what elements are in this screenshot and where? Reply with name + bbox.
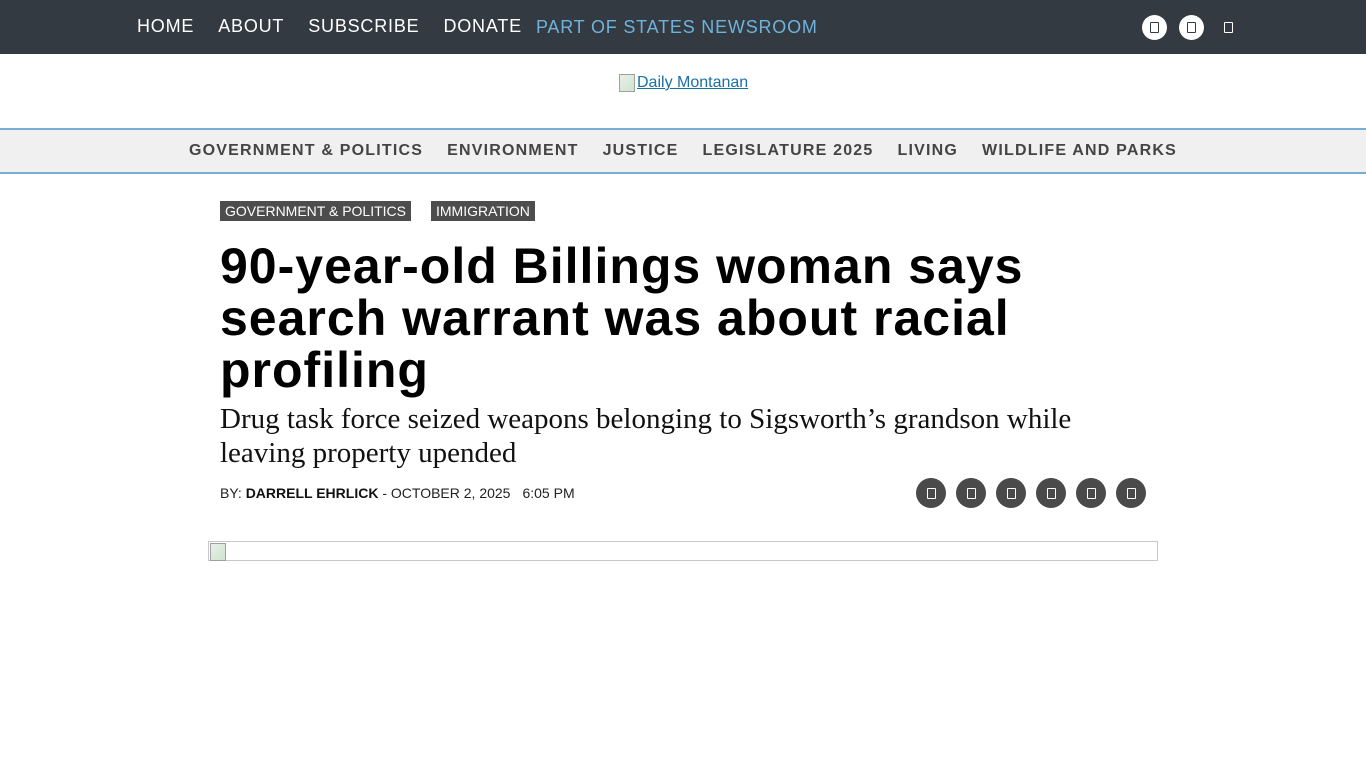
section-living[interactable]: LIVING: [898, 142, 959, 160]
section-environment[interactable]: ENVIRONMENT: [447, 142, 578, 160]
article-headline: 90-year-old Billings woman says search w…: [220, 238, 1024, 398]
section-legislature-2025[interactable]: LEGISLATURE 2025: [703, 142, 874, 160]
author-link[interactable]: DARRELL EHRLICK: [246, 485, 379, 501]
share-icon[interactable]: [1036, 478, 1066, 508]
byline-prefix: BY:: [220, 485, 246, 501]
publish-time: 6:05 PM: [522, 485, 575, 501]
nav-donate-link[interactable]: DONATE: [443, 0, 521, 53]
byline: BY: DARRELL EHRLICK - OCTOBER 2, 2025 6:0…: [220, 485, 575, 501]
nav-about-link[interactable]: ABOUT: [218, 0, 284, 53]
social-icon[interactable]: [1142, 15, 1167, 40]
top-bar: HOME ABOUT SUBSCRIBE DONATE PART OF STAT…: [0, 0, 1366, 54]
share-icon[interactable]: [1116, 478, 1146, 508]
social-icon[interactable]: [1179, 15, 1204, 40]
states-newsroom-link[interactable]: PART OF STATES NEWSROOM: [536, 0, 818, 54]
share-icon[interactable]: [956, 478, 986, 508]
broken-image-icon: [210, 543, 226, 561]
share-icon[interactable]: [996, 478, 1026, 508]
nav-home-link[interactable]: HOME: [137, 0, 194, 53]
top-social-icons: [1142, 15, 1241, 40]
article-tags: GOVERNMENT & POLITICS IMMIGRATION: [220, 201, 555, 221]
share-buttons: [916, 478, 1156, 508]
section-wildlife-and-parks[interactable]: WILDLIFE AND PARKS: [982, 142, 1177, 160]
logo-alt-text: Daily Montanan: [637, 74, 749, 91]
tag-immigration[interactable]: IMMIGRATION: [431, 201, 535, 221]
site-logo[interactable]: Daily Montanan: [619, 74, 748, 92]
masthead: Daily Montanan: [0, 54, 1366, 129]
search-icon[interactable]: [1216, 15, 1241, 40]
top-nav: HOME ABOUT SUBSCRIBE DONATE PART OF STAT…: [137, 0, 818, 54]
date-separator: -: [378, 485, 391, 501]
article-subhead: Drug task force seized weapons belonging…: [220, 403, 1072, 469]
share-icon[interactable]: [916, 478, 946, 508]
nav-subscribe-link[interactable]: SUBSCRIBE: [308, 0, 419, 53]
broken-image-icon: [619, 74, 635, 92]
section-justice[interactable]: JUSTICE: [603, 142, 679, 160]
publish-date: OCTOBER 2, 2025: [390, 485, 511, 501]
section-nav: GOVERNMENT & POLITICS ENVIRONMENT JUSTIC…: [0, 128, 1366, 174]
tag-government-politics[interactable]: GOVERNMENT & POLITICS: [220, 201, 411, 221]
share-icon[interactable]: [1076, 478, 1106, 508]
featured-image: [208, 541, 1158, 561]
section-government-politics[interactable]: GOVERNMENT & POLITICS: [189, 142, 423, 160]
